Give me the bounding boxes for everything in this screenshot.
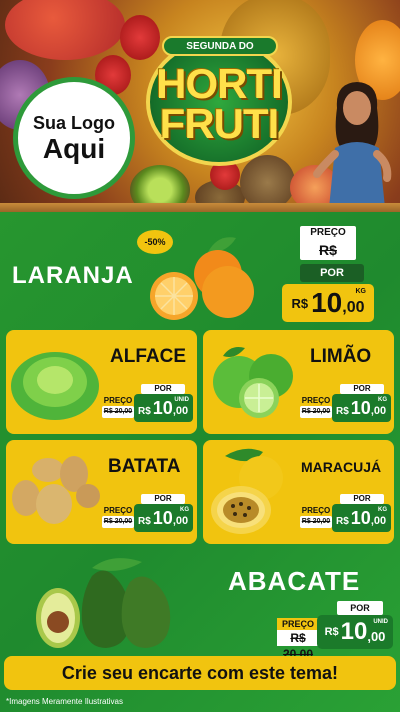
product-name: ALFACE bbox=[110, 346, 186, 367]
bottom-old-price: R$ 20,00 bbox=[277, 630, 319, 661]
price-decimal: ,00 bbox=[342, 299, 365, 316]
product-name: MARACUJÁ bbox=[301, 459, 382, 475]
por-label: POR bbox=[340, 384, 384, 394]
price-currency: R$ bbox=[138, 516, 151, 527]
woman-pointing-image bbox=[313, 82, 392, 208]
price-unit: KG bbox=[378, 507, 387, 513]
featured-new-price: R$ 10 ,00 KG bbox=[282, 284, 374, 322]
price-integer: 10 bbox=[152, 508, 173, 528]
por-label: POR bbox=[141, 384, 185, 394]
price-integer: 10 bbox=[152, 398, 173, 418]
bottom-new-price: R$ 10 ,00 UNID bbox=[317, 615, 393, 649]
price-currency: R$ bbox=[336, 516, 349, 527]
featured-product-name: LARANJA bbox=[12, 262, 134, 289]
preco-label: PREÇO bbox=[300, 506, 332, 516]
price-decimal: ,00 bbox=[172, 405, 189, 417]
old-price: R$ 20,00 bbox=[300, 516, 332, 528]
featured-preco-label: PREÇO bbox=[300, 226, 356, 240]
price-currency: R$ bbox=[138, 406, 151, 417]
disclaimer-text: *Imagens Meramente Ilustrativas bbox=[6, 697, 123, 706]
price-unit: UNID bbox=[373, 619, 388, 625]
preco-label: PREÇO bbox=[300, 396, 332, 406]
price-currency: R$ bbox=[336, 406, 349, 417]
potato-image bbox=[12, 456, 100, 524]
preco-label: PREÇO bbox=[102, 396, 134, 406]
hortifruti-title-badge: SEGUNDA DO HORTI FRUTI bbox=[140, 30, 298, 170]
featured-por-label: POR bbox=[300, 264, 364, 282]
price-unit: KG bbox=[378, 397, 387, 403]
new-price: R$ 10 ,00 UNID bbox=[134, 394, 193, 422]
price-integer: 10 bbox=[311, 287, 343, 318]
lime-image bbox=[213, 347, 293, 418]
price-currency: R$ bbox=[291, 295, 309, 311]
price-decimal: ,00 bbox=[370, 405, 387, 417]
preco-label: PREÇO bbox=[102, 506, 134, 516]
bottom-preco-label: PREÇO bbox=[277, 618, 319, 630]
logo-text-bottom: Aqui bbox=[42, 132, 106, 164]
old-price: R$ 20,00 bbox=[300, 406, 332, 418]
price-integer: 10 bbox=[340, 618, 368, 645]
price-integer: 10 bbox=[350, 508, 371, 528]
orange-image bbox=[150, 237, 254, 320]
title-subtitle: SEGUNDA DO bbox=[162, 36, 278, 56]
product-name: BATATA bbox=[108, 456, 181, 477]
avocado-image bbox=[36, 558, 171, 648]
passion-fruit-image bbox=[211, 448, 283, 534]
cta-banner[interactable]: Crie seu encarte com este tema! bbox=[4, 656, 396, 690]
lettuce-image bbox=[11, 352, 99, 420]
header-banner: Sua Logo Aqui SEGUNDA DO HORTI FRUTI bbox=[0, 0, 400, 212]
featured-old-price: R$ 20,00 bbox=[300, 240, 356, 278]
product-name: LIMÃO bbox=[310, 346, 372, 367]
por-label: POR bbox=[340, 494, 384, 504]
price-currency: R$ bbox=[324, 626, 339, 638]
price-decimal: ,00 bbox=[367, 629, 386, 644]
old-price: R$ 20,00 bbox=[102, 516, 134, 528]
bottom-por-label: POR bbox=[337, 601, 383, 615]
logo-text-top: Sua Logo bbox=[33, 112, 115, 133]
title-line-fruti: FRUTI bbox=[159, 100, 280, 147]
new-price: R$ 10 ,00 KG bbox=[332, 394, 391, 422]
logo-placeholder[interactable]: Sua Logo Aqui bbox=[13, 77, 135, 199]
price-decimal: ,00 bbox=[370, 515, 387, 527]
new-price: R$ 10 ,00 KG bbox=[332, 504, 391, 532]
old-price: R$ 20,00 bbox=[102, 406, 134, 418]
price-decimal: ,00 bbox=[172, 515, 189, 527]
bottom-product-name: ABACATE bbox=[228, 566, 361, 596]
price-unit: KG bbox=[355, 288, 367, 295]
price-integer: 10 bbox=[350, 398, 371, 418]
por-label: POR bbox=[141, 494, 185, 504]
wood-strip bbox=[0, 203, 400, 212]
new-price: R$ 10 ,00 KG bbox=[134, 504, 193, 532]
price-unit: KG bbox=[180, 507, 189, 513]
mango-image bbox=[5, 0, 125, 60]
price-unit: UNID bbox=[174, 397, 189, 403]
